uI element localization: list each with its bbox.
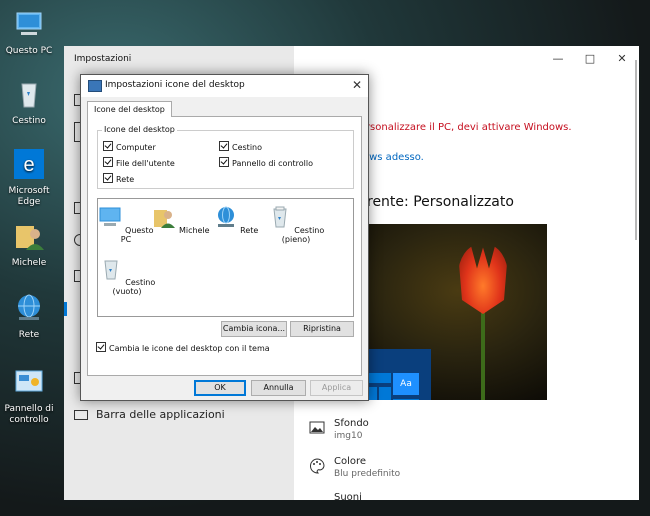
activate-link[interactable]: ows adesso. (363, 152, 424, 163)
computer-icon (16, 12, 42, 35)
maximize-icon[interactable]: □ (578, 52, 602, 65)
recycle-bin-full-icon (273, 206, 287, 228)
ok-button[interactable]: OK (194, 380, 246, 396)
desktop-icon-label: Questo PC (5, 46, 53, 56)
tab-panel: Icone del desktop Computer Cestino File … (87, 116, 362, 376)
sidebar-item-barra[interactable]: Barra delle applicazioni (96, 408, 225, 421)
theme-heading: rente: Personalizzato (367, 194, 514, 210)
list-item[interactable]: Michele (152, 205, 210, 235)
list-item[interactable]: Questo PC (97, 205, 155, 244)
checkbox-label: Cestino (232, 143, 262, 152)
preview-tiles: Aa (361, 349, 431, 400)
checkbox-label: Cambia le icone del desktop con il tema (109, 344, 270, 353)
list-item-label: Michele (178, 226, 210, 235)
list-item[interactable]: Cestino (pieno) (261, 205, 331, 244)
checkbox-file-utente[interactable]: File dell'utente (103, 157, 175, 168)
tulip-image (458, 244, 508, 314)
user-folder-icon (154, 210, 176, 228)
selected-nav-indicator (64, 302, 67, 316)
option-colore[interactable]: Colore Blu predefinito (310, 456, 400, 479)
checkbox-pannello[interactable]: Pannello di controllo (219, 157, 313, 168)
settings-title: Impostazioni (74, 54, 132, 64)
desktop-icon-label: Cestino (12, 116, 46, 126)
checkbox-box[interactable] (103, 157, 113, 167)
apply-button[interactable]: Applica (310, 380, 363, 396)
desktop-icon-edge[interactable]: e Microsoft Edge (0, 148, 58, 208)
checkbox-label: File dell'utente (116, 159, 175, 168)
checkbox-computer[interactable]: Computer (103, 141, 156, 152)
desktop-icon-cestino[interactable]: Cestino (0, 78, 58, 127)
dialog-titlebar[interactable]: Impostazioni icone del desktop ✕ (81, 75, 368, 97)
checkbox-label: Computer (116, 143, 156, 152)
option-name: Colore (334, 456, 367, 467)
tulip-stem (481, 310, 485, 400)
desktop-icon-label: Rete (18, 330, 40, 340)
desktop-icons-group: Icone del desktop Computer Cestino File … (97, 125, 354, 189)
checkbox-box[interactable] (103, 173, 113, 183)
preview-tile-aa: Aa (393, 373, 419, 395)
edge-icon: e (14, 149, 44, 179)
desktop-icon-rete[interactable]: Rete (0, 292, 58, 341)
control-panel-icon (15, 370, 43, 392)
close-icon[interactable]: ✕ (610, 52, 634, 65)
scrollbar[interactable] (635, 60, 637, 240)
checkbox-box[interactable] (219, 157, 229, 167)
desktop-icon-label: Microsoft Edge (8, 186, 50, 207)
svg-text:e: e (23, 154, 34, 176)
picture-icon (309, 421, 325, 434)
option-sub: img10 (334, 431, 363, 441)
palette-icon (310, 458, 325, 474)
tab-icone-desktop[interactable]: Icone del desktop (87, 101, 172, 117)
option-name: Suoni (334, 492, 362, 500)
checkbox-label: Rete (116, 175, 135, 184)
desktop-icon-questo-pc[interactable]: Questo PC (0, 8, 58, 57)
checkbox-box[interactable] (103, 141, 113, 151)
desktop-icon-label: Pannello di controllo (4, 404, 54, 425)
list-item-label: Rete (240, 226, 259, 235)
computer-icon (99, 207, 121, 226)
dialog-app-icon (88, 80, 102, 92)
option-name: Sfondo (334, 418, 369, 429)
list-item-label: Questo PC (120, 226, 154, 244)
restore-button[interactable]: Ripristina (290, 321, 354, 337)
option-sub: Blu predefinito (334, 469, 401, 479)
taskbar-icon (74, 410, 88, 420)
option-suoni[interactable]: Suoni (310, 492, 362, 500)
recycle-bin-empty-icon (104, 260, 118, 280)
recycle-bin-icon (21, 83, 37, 108)
checkbox-box[interactable] (96, 342, 106, 352)
cancel-button[interactable]: Annulla (251, 380, 306, 396)
icon-list[interactable]: Questo PC Michele Rete Cestino (pieno) C… (97, 198, 354, 317)
network-icon (217, 206, 234, 227)
list-item[interactable]: Cestino (vuoto) (98, 257, 156, 296)
desktop-icon-settings-dialog: Impostazioni icone del desktop ✕ Icone d… (80, 74, 369, 401)
activation-warning: er personalizzare il PC, devi attivare W… (340, 122, 572, 133)
minimize-icon[interactable]: — (546, 52, 570, 65)
desktop-icon-label: Michele (11, 258, 47, 268)
dialog-close-icon[interactable]: ✕ (352, 78, 362, 92)
list-item[interactable]: Rete (207, 205, 265, 235)
checkbox-rete[interactable]: Rete (103, 173, 134, 184)
checkbox-label: Pannello di controllo (232, 159, 314, 168)
checkbox-cestino[interactable]: Cestino (219, 141, 262, 152)
option-sfondo[interactable]: Sfondo img10 (309, 418, 369, 441)
network-icon (18, 294, 40, 320)
change-icon-button[interactable]: Cambia icona... (221, 321, 287, 337)
user-folder-icon (16, 226, 44, 250)
dialog-title: Impostazioni icone del desktop (105, 80, 245, 90)
checkbox-box[interactable] (219, 141, 229, 151)
desktop-icon-pannello[interactable]: Pannello di controllo (0, 366, 58, 426)
group-legend: Icone del desktop (102, 125, 177, 134)
checkbox-change-with-theme[interactable]: Cambia le icone del desktop con il tema (96, 342, 270, 353)
desktop-icon-michele[interactable]: Michele (0, 220, 58, 269)
